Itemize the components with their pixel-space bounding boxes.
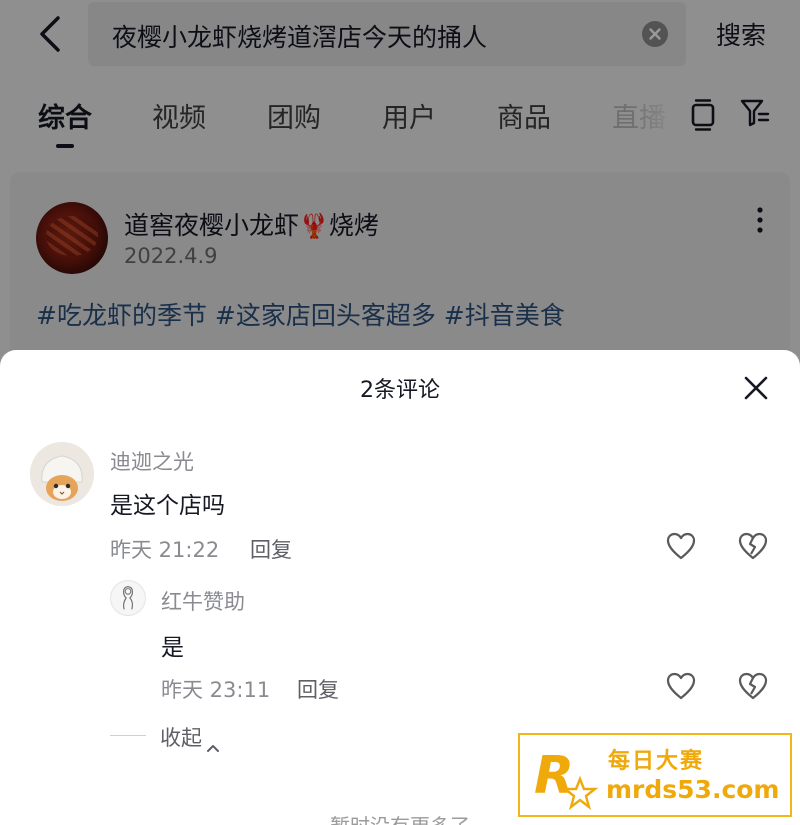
comments-count-title: 2条评论: [360, 378, 440, 403]
watermark-logo: R: [530, 743, 600, 811]
heart-icon[interactable]: [666, 532, 696, 560]
reply-username[interactable]: 红牛赞助: [161, 586, 245, 616]
reply-button[interactable]: 回复: [297, 674, 339, 704]
heart-icon[interactable]: [666, 672, 696, 700]
broken-heart-icon[interactable]: [738, 532, 768, 560]
watermark: R 每日大赛 mrds53.com: [518, 733, 792, 817]
reply-time: 昨天 23:11: [161, 678, 271, 702]
chevron-up-icon: [206, 734, 220, 752]
reply-text: 是: [161, 635, 184, 661]
avatar[interactable]: [110, 580, 146, 616]
comment-username[interactable]: 迪迦之光: [110, 446, 194, 476]
watermark-title: 每日大赛: [608, 749, 705, 774]
avatar[interactable]: [30, 442, 94, 506]
svg-text:R: R: [534, 746, 574, 806]
reply-button[interactable]: 回复: [250, 534, 292, 564]
comment-text: 是这个店吗: [110, 493, 225, 519]
close-icon[interactable]: [742, 374, 770, 402]
collapse-replies-button[interactable]: 收起: [160, 722, 220, 752]
comment-time: 昨天 21:22: [110, 538, 220, 562]
collapse-label: 收起: [160, 726, 202, 750]
collapse-divider: [110, 735, 146, 736]
broken-heart-icon[interactable]: [738, 672, 768, 700]
watermark-url: mrds53.com: [606, 775, 780, 804]
